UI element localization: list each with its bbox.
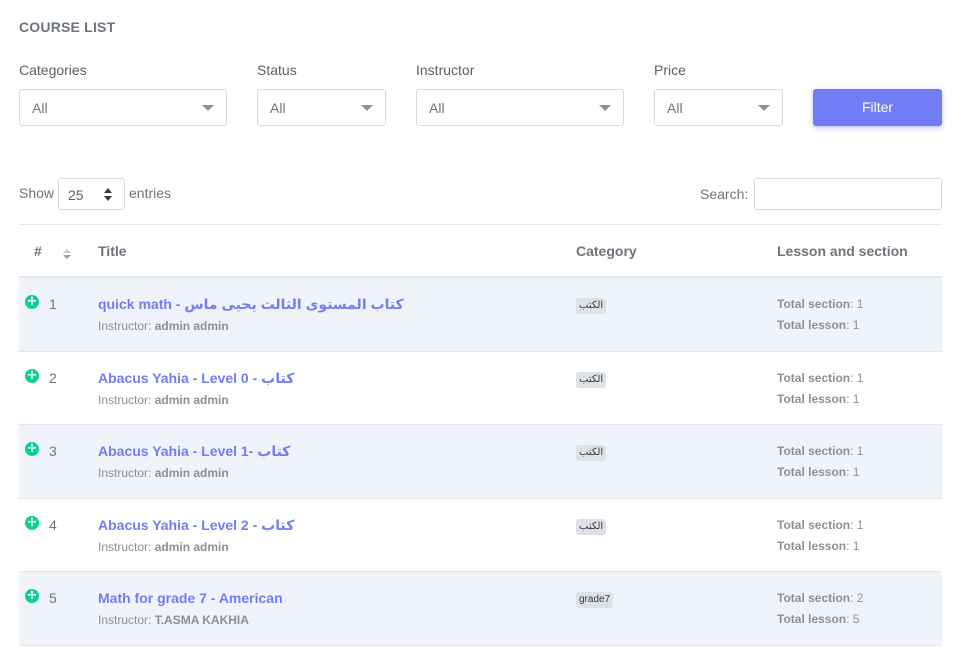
page-length-value: 25 <box>68 187 84 203</box>
header-lesson-section[interactable]: Lesson and section <box>777 243 908 259</box>
table-row: + 2 Abacus Yahia - Level 0 - كتاب Instru… <box>19 352 942 425</box>
total-lesson: Total lesson: 1 <box>777 318 860 332</box>
row-number: 1 <box>49 296 57 312</box>
table-header: # Title Category Lesson and section <box>19 225 942 278</box>
total-lesson: Total lesson: 5 <box>777 612 860 626</box>
status-label: Status <box>257 62 297 78</box>
instructor-text: Instructor: admin admin <box>98 392 229 407</box>
chevron-down-icon <box>202 105 214 111</box>
course-table: # Title Category Lesson and section + 1 … <box>19 224 942 646</box>
total-section: Total section: 1 <box>777 517 864 532</box>
total-lesson: Total lesson: 1 <box>777 391 860 406</box>
row-number: 2 <box>49 369 57 386</box>
total-section: Total section: 1 <box>777 297 864 311</box>
chevron-down-icon <box>758 105 770 111</box>
header-category[interactable]: Category <box>576 243 637 259</box>
status-select-value: All <box>270 100 286 116</box>
table-row: + 1 quick math - كتاب المستوى الثالث يحي… <box>19 278 942 352</box>
page-title: COURSE LIST <box>19 19 116 35</box>
table-row: + 5 Math for grade 7 - American Instruct… <box>19 572 942 646</box>
price-select-value: All <box>667 100 683 116</box>
categories-select[interactable]: All <box>19 89 227 126</box>
header-title[interactable]: Title <box>98 243 127 259</box>
search-input[interactable] <box>754 178 942 210</box>
row-number: 5 <box>49 590 57 606</box>
price-label: Price <box>654 62 686 78</box>
chevron-down-icon <box>361 105 373 111</box>
sort-icon[interactable] <box>63 249 71 259</box>
show-label: Show <box>19 185 55 201</box>
instructor-text: Instructor: T.ASMA KAKHIA <box>98 613 249 627</box>
entries-label: entries <box>129 185 172 201</box>
instructor-label: Instructor <box>416 62 475 78</box>
plus-circle-icon[interactable]: + <box>25 515 39 530</box>
category-badge: الكتب <box>576 445 607 461</box>
total-section: Total section: 1 <box>777 370 864 385</box>
categories-label: Categories <box>19 62 87 78</box>
total-section: Total section: 2 <box>777 591 864 605</box>
instructor-select[interactable]: All <box>416 89 624 126</box>
page-length-select[interactable]: 25 <box>58 178 125 210</box>
instructor-text: Instructor: admin admin <box>98 466 229 480</box>
instructor-select-value: All <box>429 100 445 116</box>
category-badge: الكتب <box>576 518 607 535</box>
total-section: Total section: 1 <box>777 444 864 458</box>
select-arrows-icon <box>104 188 112 202</box>
course-title-link[interactable]: quick math - كتاب المستوى الثالث يحيى ما… <box>98 296 404 313</box>
plus-circle-icon[interactable]: + <box>25 368 39 383</box>
status-select[interactable]: All <box>257 89 386 126</box>
course-title-link[interactable]: Abacus Yahia - Level 1- كتاب <box>98 443 290 460</box>
table-row: + 3 Abacus Yahia - Level 1- كتاب Instruc… <box>19 425 942 499</box>
course-title-link[interactable]: Abacus Yahia - Level 2 - كتاب <box>98 517 294 534</box>
price-select[interactable]: All <box>654 89 783 126</box>
filter-button[interactable]: Filter <box>813 89 942 126</box>
total-lesson: Total lesson: 1 <box>777 538 860 553</box>
instructor-text: Instructor: admin admin <box>98 319 229 333</box>
plus-circle-icon[interactable]: + <box>25 295 39 309</box>
instructor-text: Instructor: admin admin <box>98 539 229 554</box>
search-label: Search: <box>700 186 749 202</box>
chevron-down-icon <box>599 105 611 111</box>
course-title-link[interactable]: Math for grade 7 - American <box>98 590 283 606</box>
plus-circle-icon[interactable]: + <box>25 589 39 603</box>
header-num[interactable]: # <box>34 243 42 259</box>
row-number: 3 <box>49 443 57 459</box>
total-lesson: Total lesson: 1 <box>777 465 860 479</box>
category-badge: الكتب <box>576 298 607 314</box>
course-title-link[interactable]: Abacus Yahia - Level 0 - كتاب <box>98 370 294 387</box>
category-badge: الكتب <box>576 371 607 388</box>
plus-circle-icon[interactable]: + <box>25 442 39 456</box>
table-row: + 4 Abacus Yahia - Level 2 - كتاب Instru… <box>19 499 942 572</box>
categories-select-value: All <box>32 100 48 116</box>
category-badge: grade7 <box>576 592 614 608</box>
row-number: 4 <box>49 516 57 533</box>
